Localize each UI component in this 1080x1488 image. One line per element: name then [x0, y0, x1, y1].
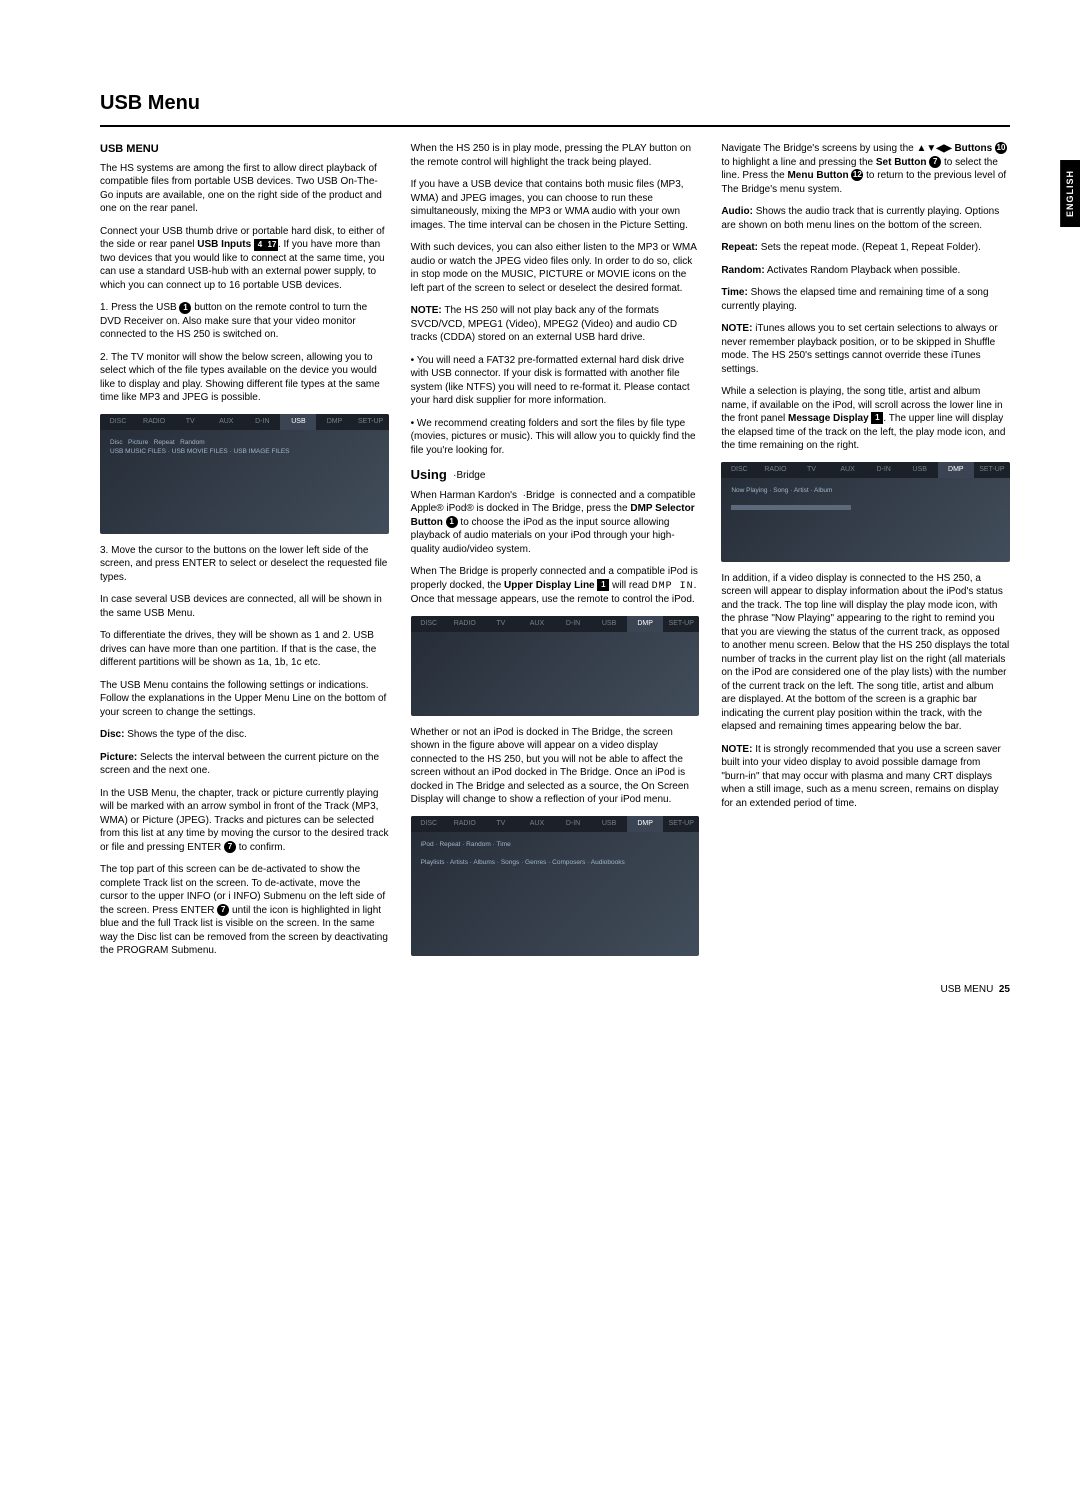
usb-menu-heading: USB MENU: [100, 142, 389, 157]
mix-paragraph: If you have a USB device that contains b…: [411, 178, 700, 232]
page-title: USB Menu: [100, 90, 1010, 117]
upper-display-paragraph: When The Bridge is properly connected an…: [411, 565, 700, 607]
whether-paragraph: Whether or not an iPod is docked in The …: [411, 726, 700, 807]
menu-button-ref: 12: [851, 169, 863, 181]
connect-paragraph: Connect your USB thumb drive or portable…: [100, 225, 389, 293]
bullet-folders: • We recommend creating folders and sort…: [411, 417, 700, 458]
nav-buttons-ref: 10: [995, 142, 1007, 154]
enter-ref-7b: 7: [217, 904, 229, 916]
repeat-line: Repeat: Sets the repeat mode. (Repeat 1,…: [721, 241, 1010, 255]
main-columns: USB MENU The HS systems are among the fi…: [100, 142, 1010, 958]
set-button-ref: 7: [929, 156, 941, 168]
playmode-paragraph: When the HS 250 is in play mode, pressin…: [411, 142, 700, 169]
title-rule: [100, 125, 1010, 127]
bridge-logo-inline: ·Bridge: [450, 470, 488, 481]
enter-ref-7a: 7: [224, 841, 236, 853]
footer-page-number: 25: [999, 984, 1010, 995]
dmp-empty-screenshot: DISCRADIOTVAUXD-INUSBDMPSET-UP: [411, 616, 700, 716]
chapter-paragraph: In the USB Menu, the chapter, track or p…: [100, 787, 389, 855]
language-tab: ENGLISH: [1060, 160, 1080, 227]
such-paragraph: With such devices, you can also either l…: [411, 241, 700, 295]
inputs-ref-17: 17: [266, 239, 278, 251]
inaddition-paragraph: In addition, if a video display is conne…: [721, 572, 1010, 734]
disc-line: Disc: Shows the type of the disc.: [100, 728, 389, 742]
intro-paragraph: The HS systems are among the first to al…: [100, 162, 389, 216]
now-playing-screenshot: DISCRADIOTVAUXD-INUSBDMPSET-UP Now Playi…: [721, 462, 1010, 562]
footer-label: USB MENU: [941, 984, 994, 995]
using-bridge-heading: Using ·Bridge: [411, 466, 700, 484]
navigate-paragraph: Navigate The Bridge's screens by using t…: [721, 142, 1010, 196]
picture-line: Picture: Selects the interval between th…: [100, 751, 389, 778]
dmp-menu-screenshot: DISCRADIOTVAUXD-INUSBDMPSET-UP iPod · Re…: [411, 816, 700, 956]
msg-display-ref: 1: [871, 412, 883, 424]
step-2: 2. The TV monitor will show the below sc…: [100, 351, 389, 405]
dmp-selector-ref: 1: [446, 516, 458, 528]
several-paragraph: In case several USB devices are connecte…: [100, 593, 389, 620]
time-line: Time: Shows the elapsed time and remaini…: [721, 286, 1010, 313]
note-1: NOTE: The HS 250 will not play back any …: [411, 304, 700, 345]
note-3: NOTE: It is strongly recommended that yo…: [721, 743, 1010, 811]
page-footer: USB MENU 25: [100, 983, 1010, 997]
note-2: NOTE: iTunes allows you to set certain s…: [721, 322, 1010, 376]
top-paragraph: The top part of this screen can be de-ac…: [100, 863, 389, 958]
usb-button-ref: 1: [179, 302, 191, 314]
step-1: 1. Press the USB 1 button on the remote …: [100, 301, 389, 342]
settings-intro: The USB Menu contains the following sett…: [100, 679, 389, 720]
inputs-ref-4: 4: [254, 239, 266, 251]
upper-display-ref: 1: [597, 579, 609, 591]
several2-paragraph: To differentiate the drives, they will b…: [100, 629, 389, 670]
usb-menu-screenshot: DISCRADIOTVAUXD-INUSBDMPSET-UP Disc Pict…: [100, 414, 389, 534]
random-line: Random: Activates Random Playback when p…: [721, 264, 1010, 278]
message-display-paragraph: While a selection is playing, the song t…: [721, 385, 1010, 453]
step-3: 3. Move the cursor to the buttons on the…: [100, 544, 389, 585]
bullet-fat32: • You will need a FAT32 pre-formatted ex…: [411, 354, 700, 408]
bridge-connected-paragraph: When Harman Kardon's ·Bridge is connecte…: [411, 489, 700, 557]
audio-line: Audio: Shows the audio track that is cur…: [721, 205, 1010, 232]
